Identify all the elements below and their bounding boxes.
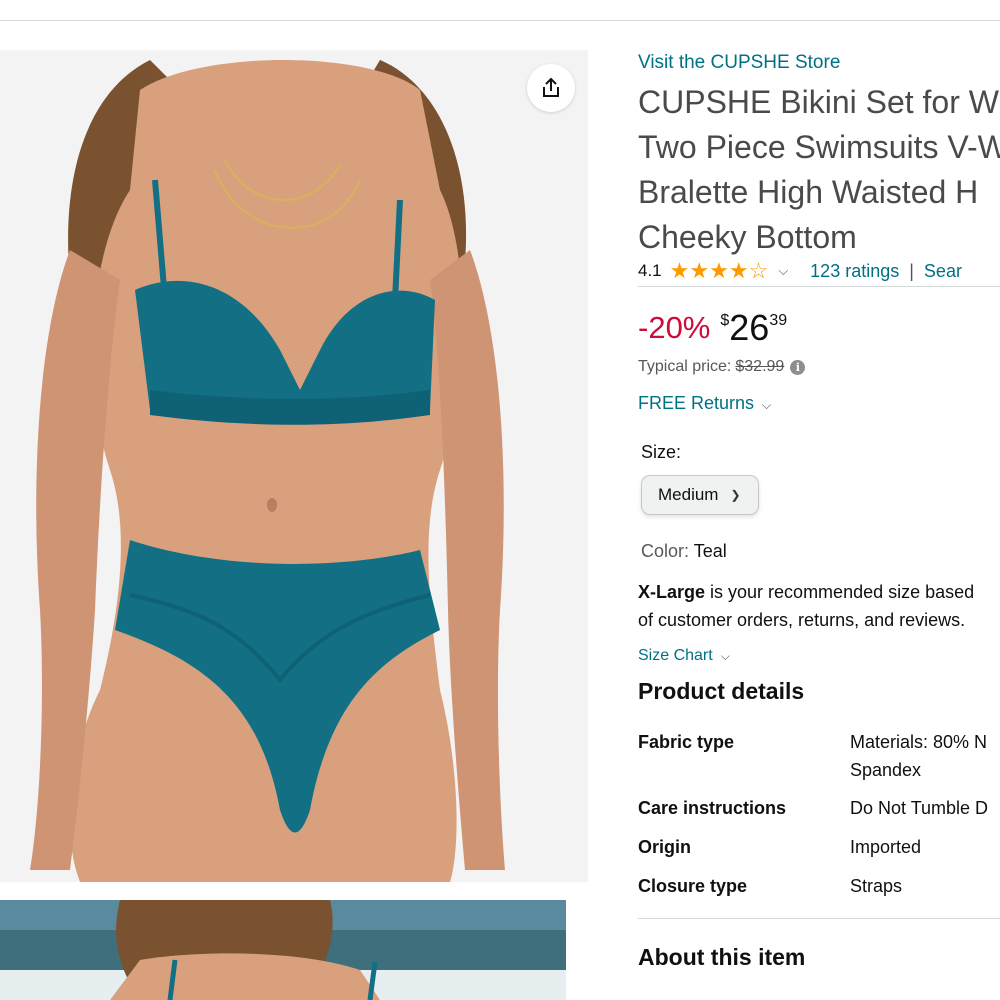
size-label: Size: xyxy=(641,442,682,462)
about-item-heading: About this item xyxy=(638,944,806,970)
search-reviews-link[interactable]: Sear xyxy=(924,261,962,282)
typical-price-value: $32.99 xyxy=(735,358,785,375)
rating-row: 4.1 ★ ★ ★ ★ ☆ ⌵ 123 ratings | Sear xyxy=(638,258,1000,284)
rating-value[interactable]: 4.1 xyxy=(638,261,662,281)
share-button[interactable] xyxy=(527,64,575,112)
detail-key: Origin xyxy=(638,837,691,857)
detail-key: Fabric type xyxy=(638,732,735,752)
share-icon xyxy=(543,77,559,97)
chevron-down-icon[interactable]: ⌵ xyxy=(778,263,788,279)
title-line: CUPSHE Bikini Set for W xyxy=(638,84,999,120)
star-full-icon: ★ xyxy=(728,258,749,283)
price-currency: $ xyxy=(720,312,730,329)
price-whole: 26 xyxy=(729,307,770,348)
chevron-down-icon: ❯ xyxy=(730,488,741,502)
detail-row-closure: Closure type Straps xyxy=(638,872,1000,911)
title-line: Two Piece Swimsuits V-W xyxy=(638,129,1000,165)
star-empty-icon: ☆ xyxy=(748,258,769,283)
chevron-down-icon[interactable]: ⌵ xyxy=(762,398,771,412)
product-details-table: Fabric type Materials: 80% N Spandex Car… xyxy=(638,728,1000,911)
visit-store-link[interactable]: Visit the CUPSHE Store xyxy=(638,52,840,74)
main-product-image[interactable] xyxy=(0,50,588,882)
color-value: Teal xyxy=(693,541,727,561)
typical-price-label: Typical price: xyxy=(638,358,732,375)
color-label: Color: xyxy=(641,541,690,561)
free-returns-label[interactable]: FREE Returns xyxy=(638,393,754,413)
star-full-icon: ★ xyxy=(669,258,690,283)
discount-percent: -20% xyxy=(638,310,711,345)
info-icon[interactable]: i xyxy=(790,359,806,375)
top-divider xyxy=(0,20,1000,21)
product-title: CUPSHE Bikini Set for W Two Piece Swimsu… xyxy=(638,80,1000,260)
typical-price: Typical price: $32.99 i xyxy=(638,358,806,376)
ratings-count-link[interactable]: 123 ratings xyxy=(810,261,899,282)
detail-row-origin: Origin Imported xyxy=(638,833,1000,872)
detail-row-care: Care instructions Do Not Tumble D xyxy=(638,794,1000,833)
free-returns[interactable]: FREE Returns ⌵ xyxy=(638,393,771,414)
chevron-down-icon[interactable]: ⌵ xyxy=(721,649,730,663)
size-chart-link[interactable]: Size Chart ⌵ xyxy=(638,647,730,665)
star-full-icon: ★ xyxy=(689,258,710,283)
divider xyxy=(638,286,1000,287)
detail-value: Straps xyxy=(850,876,903,896)
price: $ 26 39 xyxy=(720,306,787,350)
detail-row-fabric: Fabric type Materials: 80% N Spandex xyxy=(638,728,1000,794)
price-fraction: 39 xyxy=(769,312,788,329)
star-full-icon: ★ xyxy=(709,258,729,283)
size-chart-label[interactable]: Size Chart xyxy=(638,647,713,664)
size-selected-value: Medium xyxy=(658,485,719,504)
recommendation-text: is your recommended size based xyxy=(705,582,975,602)
size-dropdown[interactable]: Medium ❯ xyxy=(641,475,759,515)
color-row: Color: Teal xyxy=(641,541,727,562)
recommendation-text-line2: of customer orders, returns, and reviews… xyxy=(638,610,966,630)
price-block: -20% $ 26 39 xyxy=(638,306,787,350)
recommended-size: X-Large xyxy=(638,582,706,602)
detail-value: Imported xyxy=(850,837,922,857)
product-details-heading: Product details xyxy=(638,678,805,704)
size-recommendation: X-Large is your recommended size based o… xyxy=(638,578,1000,634)
secondary-product-image[interactable] xyxy=(0,900,566,1000)
detail-value: Do Not Tumble D xyxy=(850,798,989,818)
title-line: Cheeky Bottom xyxy=(638,219,857,255)
star-rating[interactable]: ★ ★ ★ ★ ☆ xyxy=(670,260,769,282)
divider xyxy=(638,918,1000,919)
detail-key: Care instructions xyxy=(638,798,787,818)
separator: | xyxy=(909,260,914,281)
detail-key: Closure type xyxy=(638,876,748,896)
title-line: Bralette High Waisted H xyxy=(638,174,979,210)
detail-value: Materials: 80% N Spandex xyxy=(850,732,988,780)
